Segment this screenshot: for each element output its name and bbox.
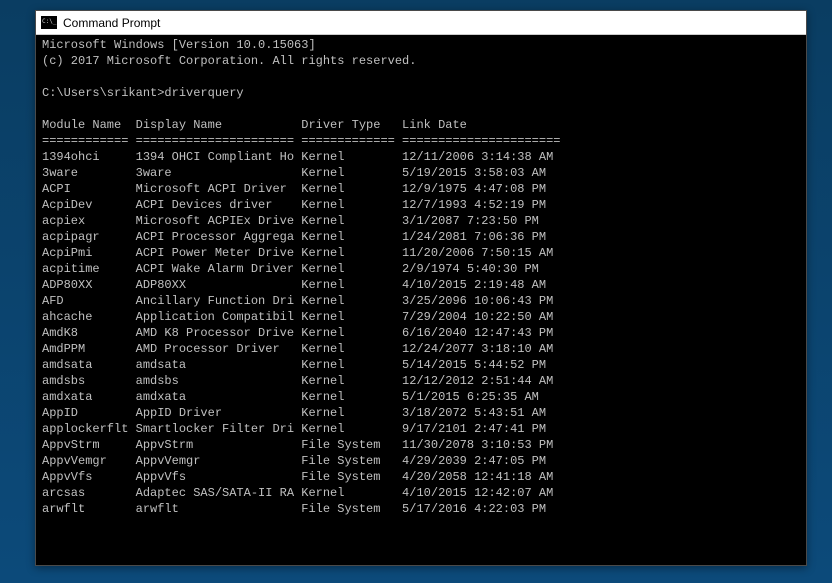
console-output[interactable]: Microsoft Windows [Version 10.0.15063] (… bbox=[36, 35, 806, 565]
window-title: Command Prompt bbox=[63, 16, 160, 30]
cmd-icon bbox=[41, 16, 57, 29]
titlebar[interactable]: Command Prompt bbox=[36, 11, 806, 35]
command-prompt-window: Command Prompt Microsoft Windows [Versio… bbox=[35, 10, 807, 566]
